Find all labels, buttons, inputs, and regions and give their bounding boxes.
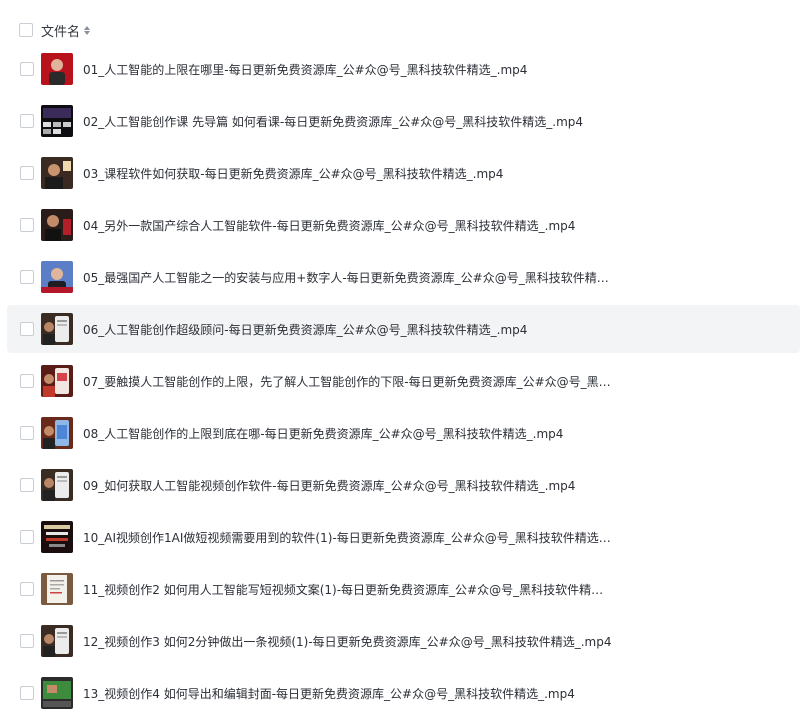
file-name-link[interactable]: 08_人工智能创作的上限到底在哪-每日更新免费资源库_公#众@号_黑科技软件精选… <box>83 425 563 442</box>
video-thumbnail-image[interactable] <box>41 677 73 709</box>
file-row[interactable]: 01_人工智能的上限在哪里-每日更新免费资源库_公#众@号_黑科技软件精选_.m… <box>7 45 800 93</box>
video-thumbnail-image[interactable] <box>41 157 73 189</box>
file-row[interactable]: 05_最强国产人工智能之一的安装与应用+数字人-每日更新免费资源库_公#众@号_… <box>7 253 800 301</box>
file-row-checkbox[interactable] <box>20 322 34 336</box>
video-thumbnail-image[interactable] <box>41 209 73 241</box>
file-name-link[interactable]: 04_另外一款国产综合人工智能软件-每日更新免费资源库_公#众@号_黑科技软件精… <box>83 217 575 234</box>
file-name-link[interactable]: 12_视频创作3 如何2分钟做出一条视频(1)-每日更新免费资源库_公#众@号_… <box>83 633 612 650</box>
file-name-link[interactable]: 06_人工智能创作超级顾问-每日更新免费资源库_公#众@号_黑科技软件精选_.m… <box>83 321 527 338</box>
file-row-checkbox[interactable] <box>20 478 34 492</box>
video-thumbnail-image[interactable] <box>41 53 73 85</box>
file-name-link[interactable]: 11_视频创作2 如何用人工智能写短视频文案(1)-每日更新免费资源库_公#众@… <box>83 581 613 598</box>
file-row-checkbox[interactable] <box>20 218 34 232</box>
file-name-link[interactable]: 05_最强国产人工智能之一的安装与应用+数字人-每日更新免费资源库_公#众@号_… <box>83 269 613 286</box>
file-row[interactable]: 12_视频创作3 如何2分钟做出一条视频(1)-每日更新免费资源库_公#众@号_… <box>7 617 800 665</box>
video-thumbnail-image[interactable] <box>41 105 73 137</box>
file-row[interactable]: 07_要触摸人工智能创作的上限，先了解人工智能创作的下限-每日更新免费资源库_公… <box>7 357 800 405</box>
file-row-checkbox[interactable] <box>20 166 34 180</box>
list-header: 文件名 <box>0 12 800 48</box>
file-row[interactable]: 06_人工智能创作超级顾问-每日更新免费资源库_公#众@号_黑科技软件精选_.m… <box>7 305 800 353</box>
file-row[interactable]: 09_如何获取人工智能视频创作软件-每日更新免费资源库_公#众@号_黑科技软件精… <box>7 461 800 509</box>
column-header-filename[interactable]: 文件名 <box>41 21 80 40</box>
file-row[interactable]: 02_人工智能创作课 先导篇 如何看课-每日更新免费资源库_公#众@号_黑科技软… <box>7 97 800 145</box>
file-row[interactable]: 04_另外一款国产综合人工智能软件-每日更新免费资源库_公#众@号_黑科技软件精… <box>7 201 800 249</box>
file-row[interactable]: 08_人工智能创作的上限到底在哪-每日更新免费资源库_公#众@号_黑科技软件精选… <box>7 409 800 457</box>
video-thumbnail-image[interactable] <box>41 469 73 501</box>
file-name-link[interactable]: 09_如何获取人工智能视频创作软件-每日更新免费资源库_公#众@号_黑科技软件精… <box>83 477 575 494</box>
file-row[interactable]: 03_课程软件如何获取-每日更新免费资源库_公#众@号_黑科技软件精选_.mp4 <box>7 149 800 197</box>
video-thumbnail-image[interactable] <box>41 365 73 397</box>
video-thumbnail-image[interactable] <box>41 417 73 449</box>
file-row-checkbox[interactable] <box>20 114 34 128</box>
video-thumbnail-image[interactable] <box>41 521 73 553</box>
file-row-checkbox[interactable] <box>20 582 34 596</box>
file-row[interactable]: 13_视频创作4 如何导出和编辑封面-每日更新免费资源库_公#众@号_黑科技软件… <box>7 669 800 717</box>
file-row-checkbox[interactable] <box>20 634 34 648</box>
video-thumbnail-image[interactable] <box>41 313 73 345</box>
sort-icon[interactable] <box>84 25 91 35</box>
file-row-checkbox[interactable] <box>20 426 34 440</box>
file-name-link[interactable]: 03_课程软件如何获取-每日更新免费资源库_公#众@号_黑科技软件精选_.mp4 <box>83 165 503 182</box>
file-name-link[interactable]: 10_AI视频创作1AI做短视频需要用到的软件(1)-每日更新免费资源库_公#众… <box>83 529 613 546</box>
video-thumbnail-image[interactable] <box>41 573 73 605</box>
file-row[interactable]: 11_视频创作2 如何用人工智能写短视频文案(1)-每日更新免费资源库_公#众@… <box>7 565 800 613</box>
video-thumbnail-image[interactable] <box>41 625 73 657</box>
file-row-checkbox[interactable] <box>20 374 34 388</box>
file-row-checkbox[interactable] <box>20 686 34 700</box>
file-name-link[interactable]: 01_人工智能的上限在哪里-每日更新免费资源库_公#众@号_黑科技软件精选_.m… <box>83 61 527 78</box>
file-name-link[interactable]: 02_人工智能创作课 先导篇 如何看课-每日更新免费资源库_公#众@号_黑科技软… <box>83 113 583 130</box>
file-row-checkbox[interactable] <box>20 62 34 76</box>
file-row-checkbox[interactable] <box>20 530 34 544</box>
select-all-checkbox[interactable] <box>19 23 33 37</box>
video-thumbnail-image[interactable] <box>41 261 73 293</box>
file-name-link[interactable]: 07_要触摸人工智能创作的上限，先了解人工智能创作的下限-每日更新免费资源库_公… <box>83 373 611 390</box>
file-name-link[interactable]: 13_视频创作4 如何导出和编辑封面-每日更新免费资源库_公#众@号_黑科技软件… <box>83 685 575 702</box>
file-row[interactable]: 10_AI视频创作1AI做短视频需要用到的软件(1)-每日更新免费资源库_公#众… <box>7 513 800 561</box>
file-row-checkbox[interactable] <box>20 270 34 284</box>
